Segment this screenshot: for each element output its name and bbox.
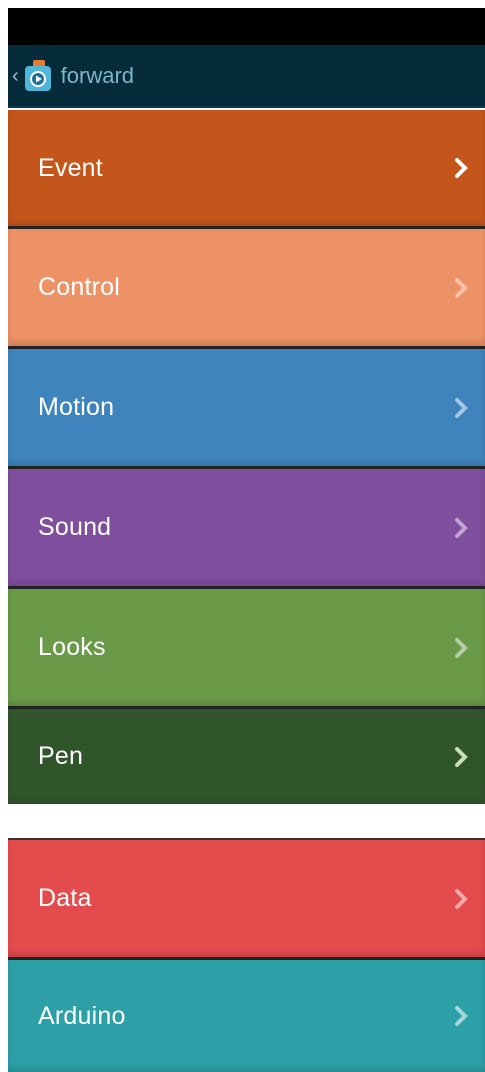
- list-gap: [8, 804, 485, 838]
- category-control[interactable]: Control: [8, 229, 485, 346]
- chevron-right-icon: [455, 158, 468, 178]
- category-label: Motion: [38, 393, 115, 421]
- status-bar: [8, 8, 485, 45]
- chevron-right-icon: [455, 277, 468, 298]
- category-looks[interactable]: Looks: [8, 589, 485, 706]
- category-label: Sound: [38, 513, 112, 541]
- category-data[interactable]: Data: [8, 840, 485, 957]
- category-label: Arduino: [38, 1001, 126, 1030]
- category-label: Event: [38, 153, 103, 182]
- category-label: Control: [38, 273, 120, 301]
- category-event[interactable]: Event: [8, 110, 485, 226]
- category-label: Looks: [38, 633, 106, 661]
- chevron-right-icon: [455, 1006, 468, 1026]
- category-label: Data: [38, 884, 92, 912]
- scratch-play-bag-icon[interactable]: [23, 59, 53, 93]
- category-motion[interactable]: Motion: [8, 349, 485, 466]
- chevron-right-icon: [455, 888, 468, 909]
- chevron-right-icon: [455, 637, 468, 658]
- action-bar: ‹ forward: [8, 45, 485, 108]
- chevron-left-icon[interactable]: ‹: [12, 66, 19, 86]
- chevron-right-icon: [455, 517, 468, 538]
- page-title: forward: [60, 62, 135, 88]
- chevron-right-icon: [455, 397, 468, 418]
- chevron-right-icon: [455, 746, 468, 767]
- category-pen[interactable]: Pen: [8, 709, 485, 804]
- category-arduino[interactable]: Arduino: [8, 960, 485, 1072]
- category-label: Pen: [38, 742, 84, 770]
- category-sound[interactable]: Sound: [8, 469, 485, 586]
